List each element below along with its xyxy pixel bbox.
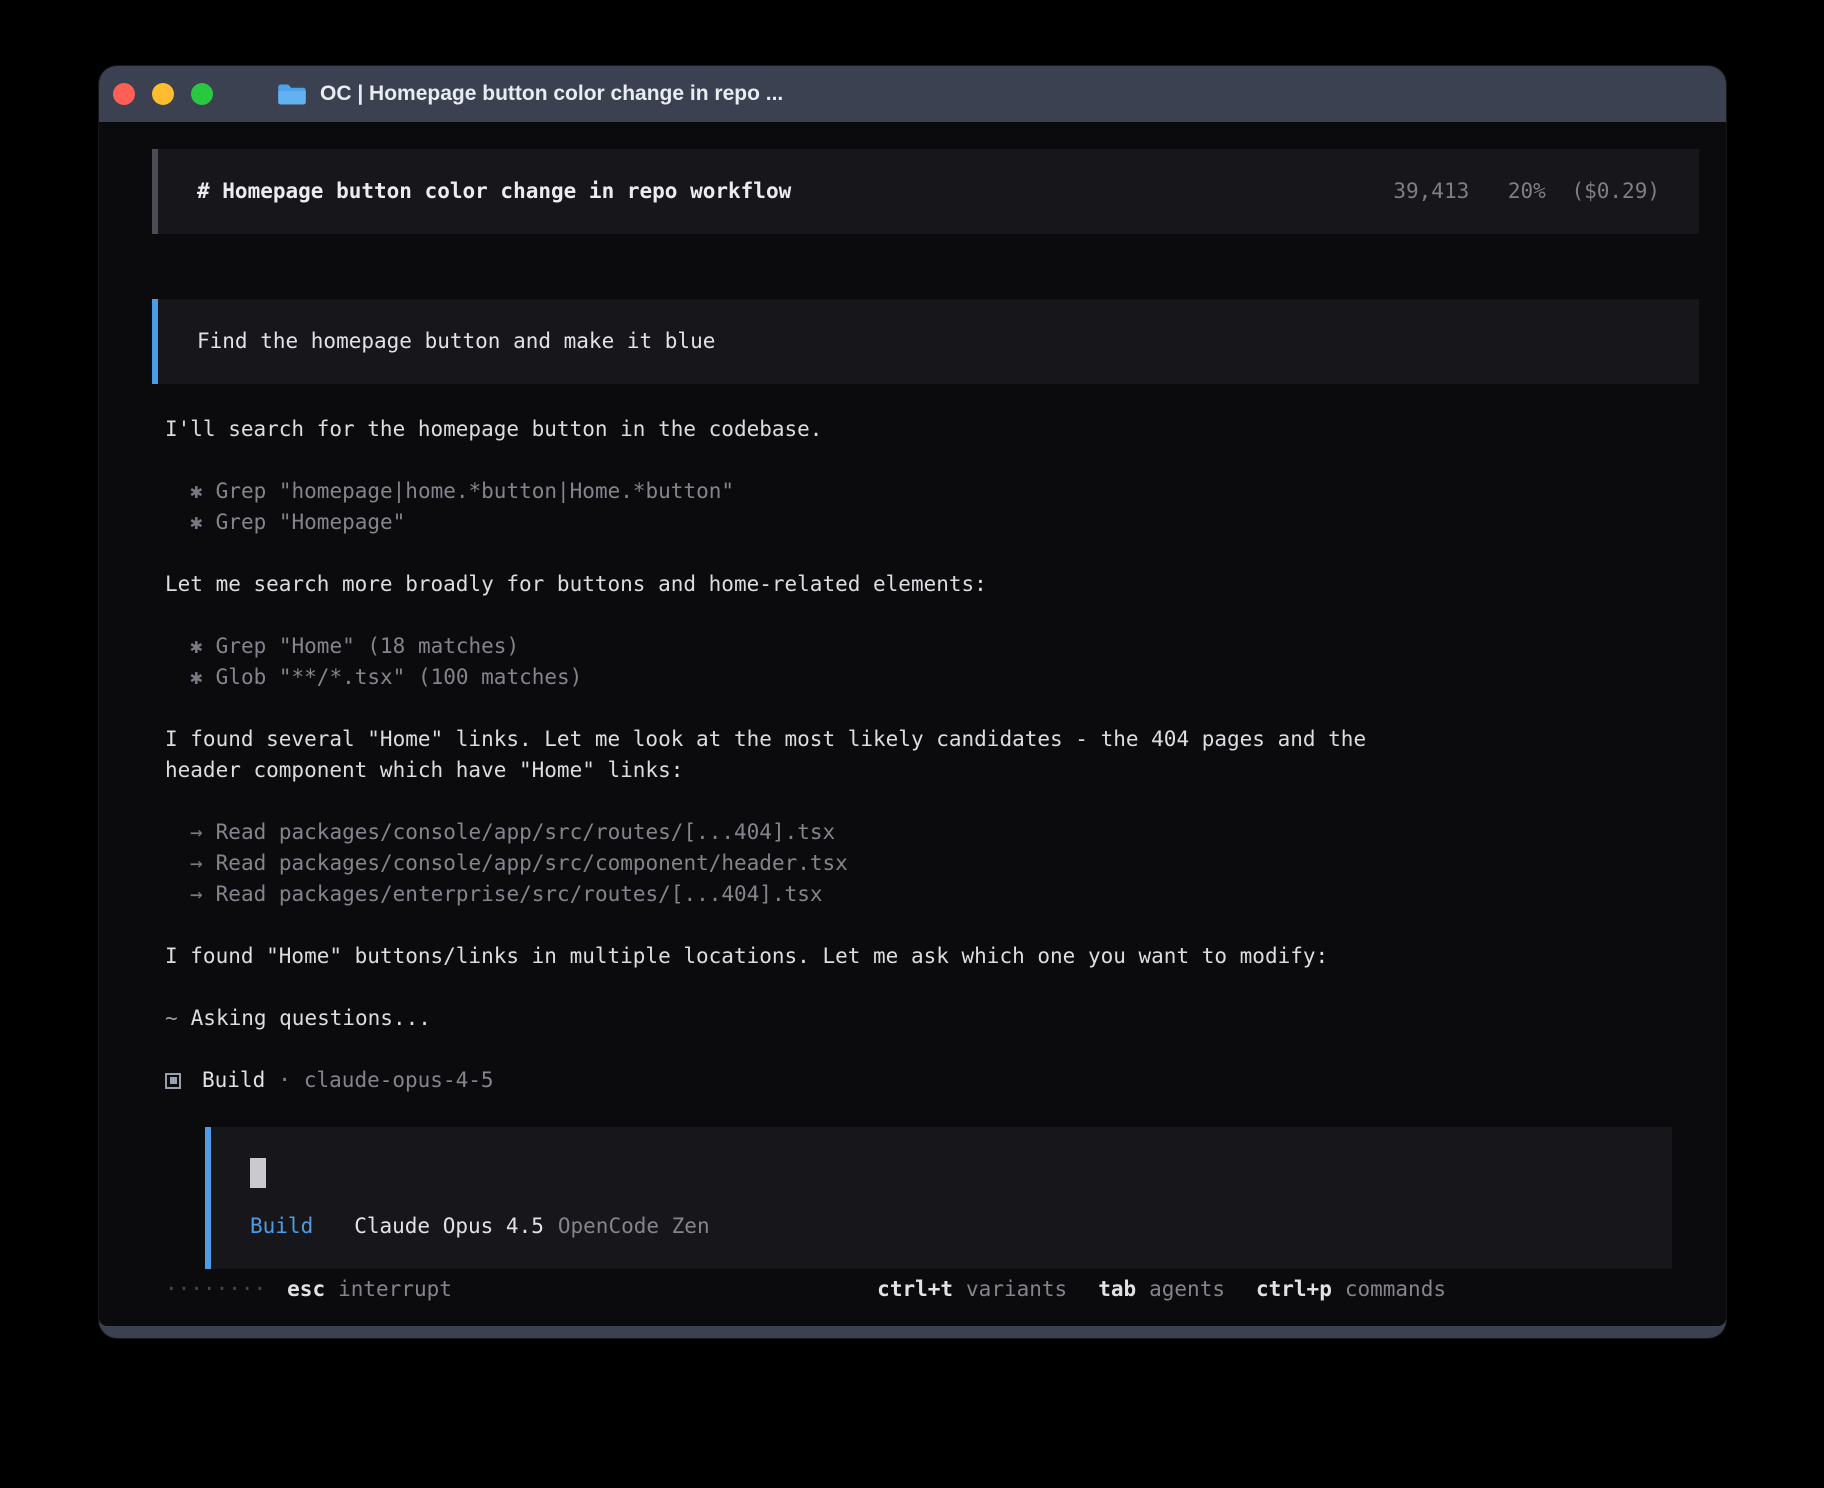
tool-asterisk-icon: ✱: [190, 479, 203, 503]
tool-call-read: → Read packages/console/app/src/routes/[.…: [165, 817, 1392, 848]
shortcut-key: tab: [1098, 1274, 1136, 1305]
status-message: ~ Asking questions...: [165, 1003, 1392, 1034]
tool-call-group: ✱ Grep "Home" (18 matches) ✱ Glob "**/*.ts…: [165, 631, 1392, 693]
window-title: OC | Homepage button color change in rep…: [320, 82, 783, 106]
interrupt-label: interrupt: [338, 1274, 452, 1305]
asking-questions-status: ~ Asking questions...: [165, 1003, 1392, 1034]
mode-indicator[interactable]: Build: [250, 1211, 313, 1242]
tool-asterisk-icon: ✱: [190, 634, 203, 658]
shortcut-label: commands: [1345, 1274, 1446, 1305]
tool-asterisk-icon: ✱: [190, 510, 203, 534]
interrupt-hint: esc interrupt: [287, 1274, 452, 1305]
assistant-paragraph: Let me search more broadly for buttons a…: [165, 569, 1392, 600]
tool-call-text: Glob "**/*.tsx" (100 matches): [216, 665, 583, 689]
arrow-right-icon: →: [190, 820, 203, 844]
assistant-message: Let me search more broadly for buttons a…: [165, 569, 1392, 600]
shortcut-label: agents: [1149, 1274, 1225, 1305]
shortcut-key: ctrl+p: [1256, 1274, 1332, 1305]
assistant-message: I'll search for the homepage button in t…: [165, 414, 1392, 445]
arrow-right-icon: →: [190, 882, 203, 906]
terminal: # Homepage button color change in repo w…: [99, 122, 1726, 1326]
shortcut-key: ctrl+t: [877, 1274, 953, 1305]
tool-call-group: → Read packages/console/app/src/routes/[.…: [165, 817, 1392, 910]
session-stats: 39,413 20% ($0.29): [1393, 176, 1660, 207]
token-count: 39,413: [1393, 179, 1469, 203]
tool-call-read: → Read packages/enterprise/src/routes/[..…: [165, 879, 1392, 910]
zoom-button[interactable]: [191, 83, 213, 105]
assistant-message: I found "Home" buttons/links in multiple…: [165, 941, 1392, 972]
minimize-button[interactable]: [152, 83, 174, 105]
session-cost: ($0.29): [1571, 179, 1660, 203]
shortcut-hints: ctrl+t variants tab agents ctrl+p comman…: [877, 1274, 1446, 1305]
folder-icon: [277, 82, 307, 107]
tool-call-text: Grep "Home" (18 matches): [216, 634, 519, 658]
terminal-window: OC | Homepage button color change in rep…: [99, 66, 1726, 1338]
shortcut-label: variants: [966, 1274, 1067, 1305]
model-name: Claude Opus 4.5: [354, 1211, 544, 1242]
agent-model: claude-opus-4-5: [304, 1065, 494, 1096]
context-percent: 20%: [1508, 179, 1546, 203]
prompt-input[interactable]: Build Claude Opus 4.5 OpenCode Zen: [205, 1127, 1672, 1269]
separator-dot: ·: [278, 1065, 291, 1096]
agent-badge-row: Build · claude-opus-4-5: [165, 1065, 1392, 1096]
tool-call-text: Grep "Homepage": [216, 510, 406, 534]
esc-key-label: esc: [287, 1274, 325, 1305]
provider-name: OpenCode Zen: [558, 1211, 710, 1242]
titlebar[interactable]: OC | Homepage button color change in rep…: [99, 66, 1726, 122]
tool-call-group: ✱ Grep "homepage|home.*button|Home.*butto…: [165, 476, 1392, 538]
input-meta: Build Claude Opus 4.5 OpenCode Zen: [250, 1211, 1633, 1242]
tool-call-text: Read packages/console/app/src/component/…: [216, 851, 848, 875]
tool-asterisk-icon: ✱: [190, 665, 203, 689]
user-message: Find the homepage button and make it blu…: [152, 299, 1699, 384]
tool-call-grep: ✱ Grep "Homepage": [165, 507, 1392, 538]
tool-call-read: → Read packages/console/app/src/component…: [165, 848, 1392, 879]
assistant-paragraph: I'll search for the homepage button in t…: [165, 414, 1392, 445]
tool-call-text: Read packages/console/app/src/routes/[..…: [216, 820, 836, 844]
text-cursor: [250, 1158, 266, 1188]
tool-call-text: Grep "homepage|home.*button|Home.*button…: [216, 479, 734, 503]
tool-call-text: Read packages/enterprise/src/routes/[...…: [216, 882, 823, 906]
tilde-icon: ~: [165, 1006, 178, 1030]
session-header: # Homepage button color change in repo w…: [152, 149, 1699, 234]
progress-spinner: ········: [165, 1274, 266, 1305]
shortcut-commands: ctrl+p commands: [1256, 1274, 1446, 1305]
assistant-message: I found several "Home" links. Let me loo…: [165, 724, 1392, 786]
shortcut-agents: tab agents: [1098, 1274, 1225, 1305]
transcript: I'll search for the homepage button in t…: [152, 414, 1392, 1096]
arrow-right-icon: →: [190, 851, 203, 875]
session-title: # Homepage button color change in repo w…: [197, 176, 791, 207]
build-agent-icon: [165, 1073, 181, 1089]
tool-call-grep: ✱ Grep "homepage|home.*button|Home.*butto…: [165, 476, 1392, 507]
status-text: Asking questions...: [191, 1006, 431, 1030]
traffic-lights: [113, 83, 213, 105]
close-button[interactable]: [113, 83, 135, 105]
user-message-text: Find the homepage button and make it blu…: [197, 329, 715, 353]
assistant-paragraph: I found "Home" buttons/links in multiple…: [165, 941, 1392, 972]
shortcut-variants: ctrl+t variants: [877, 1274, 1067, 1305]
status-bar: ········ esc interrupt ctrl+t variants t…: [99, 1274, 1726, 1305]
tool-call-grep: ✱ Grep "Home" (18 matches): [165, 631, 1392, 662]
tool-call-glob: ✱ Glob "**/*.tsx" (100 matches): [165, 662, 1392, 693]
window-title-area: OC | Homepage button color change in rep…: [277, 82, 783, 107]
assistant-paragraph: I found several "Home" links. Let me loo…: [165, 724, 1392, 786]
agent-name: Build: [202, 1065, 265, 1096]
session-content: # Homepage button color change in repo w…: [99, 122, 1726, 1274]
